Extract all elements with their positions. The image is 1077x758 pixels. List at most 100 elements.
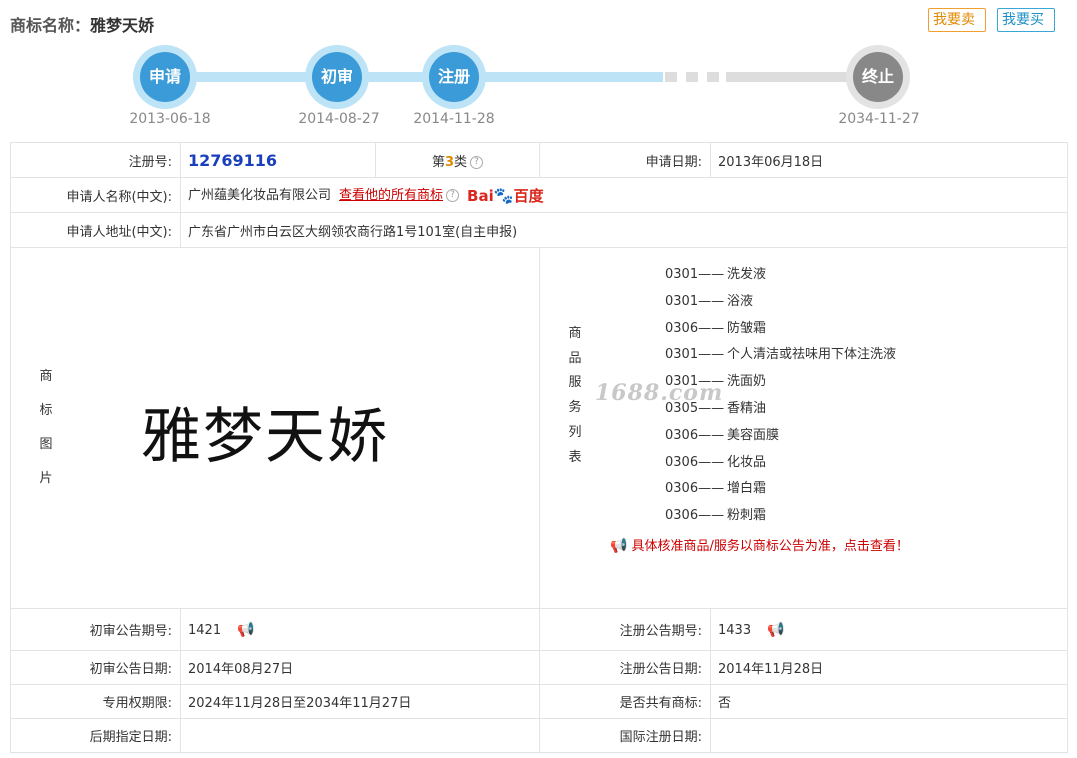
image-vertical-label: 商 标 图 片: [36, 360, 56, 496]
label-char: 商: [568, 326, 582, 341]
progress-dash: [686, 72, 698, 82]
baidu-paw-icon: 🐾: [493, 186, 514, 205]
watermark: 1688.com: [595, 380, 724, 406]
prelim-no-label: 初审公告期号:: [10, 608, 181, 651]
label-char: 标: [39, 403, 53, 418]
goods-code: 0306——: [665, 320, 725, 336]
goods-list: 1688.com 0301—— 洗发液 0301—— 浴液 0306—— 防皱霜 03…: [595, 262, 896, 530]
goods-code: 0306——: [665, 481, 725, 497]
goods-name: 洗发液: [727, 267, 767, 282]
list-item: 0306—— 防皱霜: [665, 316, 896, 343]
intl-date-label: 国际注册日期:: [539, 718, 711, 753]
trademark-image-cell: 商 标 图 片 雅梦天娇: [10, 247, 540, 609]
exclusive-label: 专用权期限:: [10, 684, 181, 719]
goods-code: 0301——: [665, 347, 725, 363]
table-row: 后期指定日期: 国际注册日期:: [10, 718, 1068, 753]
goods-name: 美容面膜: [727, 427, 780, 443]
class-number: 3: [444, 154, 455, 170]
goods-notice-text: 具体核准商品/服务以商标公告为准，点击查看！: [631, 539, 909, 554]
list-item: 0306—— 美容面膜: [665, 423, 896, 450]
reg-no-cell: 12769116: [180, 142, 376, 178]
label-char: 片: [39, 471, 53, 486]
applicant-label: 申请人名称(中文):: [10, 177, 181, 213]
table-row: 申请人名称(中文): 广州蕴美化妆品有限公司 查看他的所有商标? Bai🐾百度: [10, 177, 1068, 213]
goods-list-cell: 商 品 服 务 列 表 1688.com 0301—— 洗发液 0301—— 浴液 …: [539, 247, 1068, 609]
applicant-value: 广州蕴美化妆品有限公司: [188, 188, 332, 203]
trademark-image: 雅梦天娇: [141, 402, 389, 472]
step-date: 2034-11-27: [838, 111, 920, 127]
goods-vertical-label: 商 品 服 务 列 表: [565, 322, 585, 470]
baidu-search-link[interactable]: Bai🐾百度: [467, 185, 544, 206]
goods-name: 浴液: [727, 293, 754, 309]
goods-code: 0306——: [665, 508, 725, 524]
trademark-name: 雅梦天娇: [90, 16, 155, 35]
goods-code: 0306——: [665, 454, 725, 470]
label-char: 表: [568, 449, 582, 465]
goods-code: 0301——: [665, 293, 725, 309]
step-label: 终止: [853, 52, 903, 102]
megaphone-icon[interactable]: 📢: [767, 622, 784, 638]
label-char: 列: [568, 424, 582, 440]
label-char: 务: [568, 400, 582, 416]
help-icon[interactable]: ?: [446, 189, 460, 202]
goods-name: 香精油: [727, 400, 767, 416]
intl-date-value: [710, 718, 1068, 753]
table-row: 商 标 图 片 雅梦天娇 商 品 服 务 列 表 1688.com 0301——…: [10, 247, 1068, 609]
list-item: 0306—— 增白霜: [665, 476, 896, 503]
progress-bar-done: [165, 72, 663, 82]
step-register: 注册: [422, 45, 486, 109]
reg-no-label: 注册号:: [10, 142, 181, 178]
label-char: 商: [39, 369, 53, 384]
megaphone-icon[interactable]: 📢: [237, 622, 254, 638]
reg-pub-date-value: 2014年11月28日: [710, 650, 1068, 685]
later-date-label: 后期指定日期:: [10, 718, 181, 753]
goods-code: 0306——: [665, 427, 725, 443]
title-label: 商标名称：: [10, 16, 91, 35]
table-row: 申请人地址(中文): 广东省广州市白云区大纲领农商行路1号101室(自主申报): [10, 212, 1068, 248]
goods-name: 防皱霜: [727, 320, 767, 336]
sell-button[interactable]: 我要卖: [928, 8, 986, 32]
help-icon[interactable]: ?: [470, 155, 484, 169]
prelim-no-cell: 1421 📢: [180, 608, 540, 651]
address-label: 申请人地址(中文):: [10, 212, 181, 248]
goods-name: 粉刺霜: [727, 508, 767, 524]
class-prefix: 第: [431, 154, 445, 170]
table-row: 注册号: 12769116 第3类? 申请日期: 2013年06月18日: [10, 142, 1068, 178]
list-item: 0301—— 个人清洁或祛味用下体注洗液: [665, 342, 896, 369]
list-item: 0306—— 化妆品: [665, 450, 896, 477]
baidu-logo-text: 百度: [513, 187, 544, 205]
prelim-no-value: 1421: [188, 622, 222, 638]
reg-pub-no-label: 注册公告期号:: [539, 608, 711, 651]
table-row: 初审公告日期: 2014年08月27日 注册公告日期: 2014年11月28日: [10, 650, 1068, 685]
progress-dash: [665, 72, 677, 82]
goods-name: 洗面奶: [727, 374, 767, 390]
reg-no-value: 12769116: [188, 150, 278, 170]
step-end: 终止: [846, 45, 910, 109]
progress-dash: [707, 72, 719, 82]
class-cell: 第3类?: [375, 142, 540, 178]
list-item: 0301—— 浴液: [665, 289, 896, 316]
reg-pub-no-cell: 1433 📢: [710, 608, 1068, 651]
apply-date-value: 2013年06月18日: [710, 142, 1068, 178]
trademark-details-table: 注册号: 12769116 第3类? 申请日期: 2013年06月18日 申请人…: [10, 142, 1068, 753]
buy-button[interactable]: 我要买: [997, 8, 1055, 32]
all-marks-link[interactable]: 查看他的所有商标: [339, 188, 443, 203]
later-date-value: [180, 718, 540, 753]
prelim-date-value: 2014年08月27日: [180, 650, 540, 685]
step-date: 2014-11-28: [413, 111, 495, 127]
goods-name: 化妆品: [727, 454, 767, 470]
apply-date-label: 申请日期:: [539, 142, 711, 178]
exclusive-value: 2024年11月28日至2034年11月27日: [180, 684, 540, 719]
shared-value: 否: [710, 684, 1068, 719]
baidu-logo-text: Bai: [467, 187, 494, 205]
label-char: 图: [39, 437, 53, 452]
list-item: 0306—— 粉刺霜: [665, 503, 896, 530]
goods-name: 个人清洁或祛味用下体注洗液: [727, 347, 897, 363]
status-progress: 申请 初审 注册 终止 2013-06-18 2014-08-27 2014-1…: [0, 40, 1077, 140]
goods-notice-link[interactable]: 📢 具体核准商品/服务以商标公告为准，点击查看！: [610, 535, 909, 554]
step-date: 2013-06-18: [129, 111, 211, 127]
address-value: 广东省广州市白云区大纲领农商行路1号101室(自主申报): [180, 212, 1068, 248]
megaphone-icon: 📢: [610, 538, 628, 554]
reg-pub-no-value: 1433: [718, 622, 752, 638]
table-row: 初审公告期号: 1421 📢 注册公告期号: 1433 📢: [10, 608, 1068, 651]
